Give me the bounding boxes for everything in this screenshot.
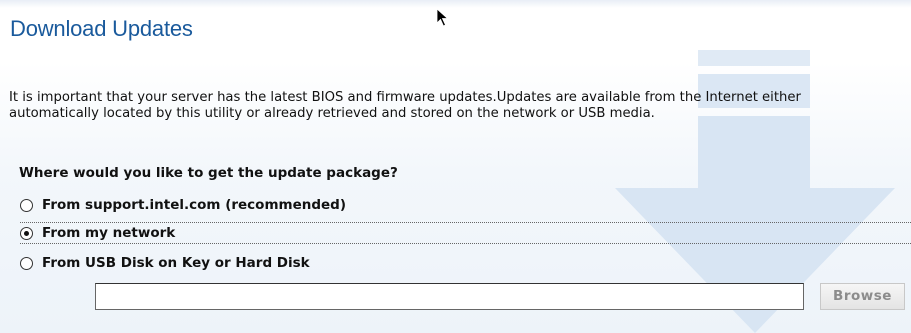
intro-text: It is important that your server has the… — [9, 90, 801, 121]
option-label: From my network — [42, 225, 176, 241]
browse-button[interactable]: Browse — [820, 283, 905, 310]
radio-icon[interactable] — [20, 256, 33, 270]
option-usb-disk[interactable]: From USB Disk on Key or Hard Disk — [20, 252, 310, 274]
mouse-pointer-icon — [436, 8, 449, 27]
option-label: From USB Disk on Key or Hard Disk — [42, 255, 310, 271]
radio-icon[interactable] — [20, 198, 33, 212]
usb-path-input[interactable] — [95, 283, 804, 310]
option-support-intel[interactable]: From support.intel.com (recommended) — [20, 194, 346, 216]
header-band — [0, 0, 911, 8]
option-my-network[interactable]: From my network — [20, 222, 911, 244]
radio-icon[interactable] — [20, 226, 33, 240]
page-title: Download Updates — [10, 16, 193, 41]
option-label: From support.intel.com (recommended) — [42, 197, 347, 213]
source-question: Where would you like to get the update p… — [19, 165, 398, 181]
